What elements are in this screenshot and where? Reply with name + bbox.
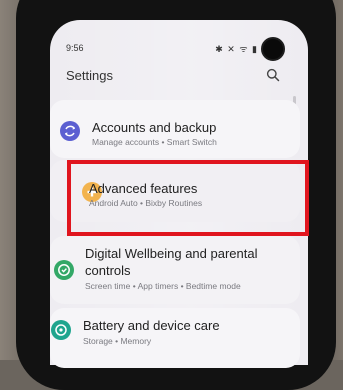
wellbeing-icon xyxy=(54,260,74,280)
settings-header: Settings xyxy=(66,66,286,86)
item-title-line2: controls xyxy=(85,263,131,278)
highlight-box xyxy=(67,160,309,236)
item-title-line1: Digital Wellbeing and parental xyxy=(85,246,258,261)
item-title: Battery and device care xyxy=(83,318,220,333)
page-title: Settings xyxy=(66,68,113,83)
status-time: 9:56 xyxy=(66,43,84,53)
settings-item-accounts-backup[interactable]: Accounts and backup Manage accounts • Sm… xyxy=(50,100,300,158)
settings-item-digital-wellbeing[interactable]: Digital Wellbeing and parental controls … xyxy=(50,236,300,304)
item-subtitle: Manage accounts • Smart Switch xyxy=(92,137,217,147)
front-camera xyxy=(261,37,285,61)
device-care-icon xyxy=(51,320,71,340)
sync-icon xyxy=(60,121,80,141)
settings-item-battery-device-care[interactable]: Battery and device care Storage • Memory xyxy=(50,308,300,368)
status-bar: 9:56 ✱ ✕ ᯤ ▮ xyxy=(66,42,286,56)
status-icons: ✱ ✕ ᯤ ▮ xyxy=(215,44,258,54)
search-icon[interactable] xyxy=(266,68,280,82)
item-subtitle: Screen time • App timers • Bedtime mode xyxy=(85,281,241,291)
item-subtitle: Storage • Memory xyxy=(83,336,152,346)
item-title: Accounts and backup xyxy=(92,120,217,135)
